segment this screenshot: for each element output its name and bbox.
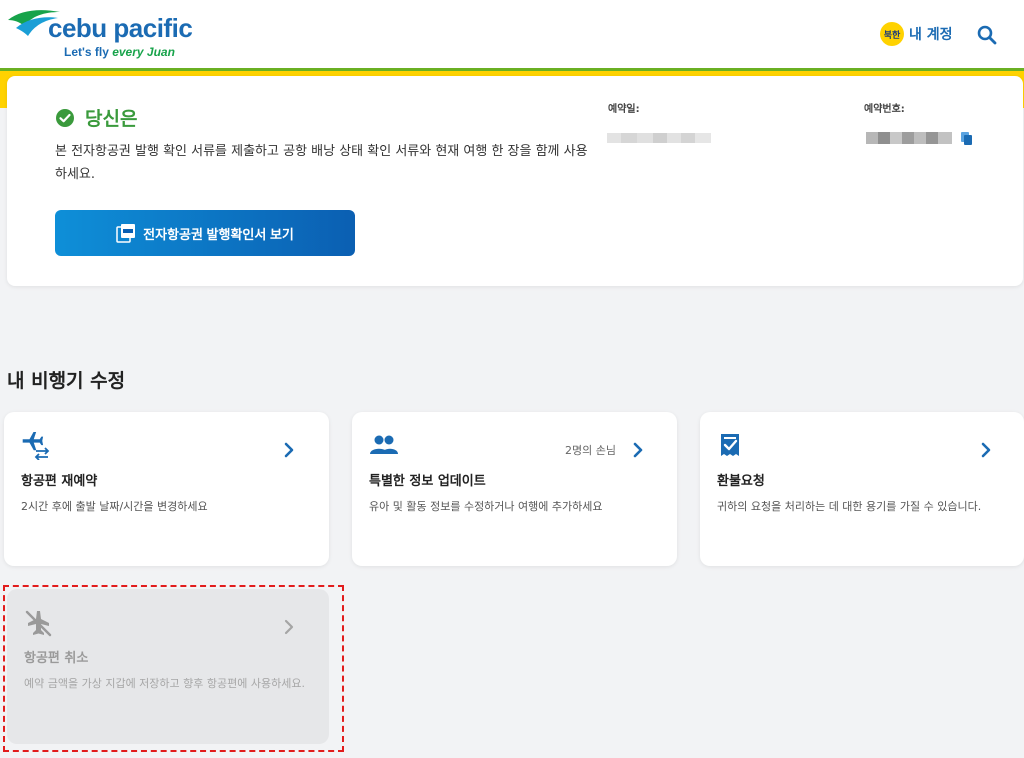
cancel-title: 항공편 취소	[24, 651, 89, 666]
chevron-right-icon	[284, 442, 294, 458]
special-info-title: 특별한 정보 업데이트	[369, 474, 486, 489]
rebook-subtitle: 2시간 후에 출발 날짜/시간을 변경하세요	[21, 500, 208, 513]
chevron-right-icon	[284, 619, 294, 635]
cebu-pacific-logo[interactable]: cebu pacific Let's fly every Juan	[6, 6, 196, 62]
brand-name: cebu pacific	[48, 13, 193, 43]
pdf-icon	[116, 224, 136, 243]
cancel-subtitle: 예약 금액을 가상 지갑에 저장하고 향후 항공편에 사용하세요.	[24, 677, 305, 690]
booking-description: 본 전자항공권 발행 확인 서류를 제출하고 공항 배낭 상태 확인 서류와 현…	[55, 144, 588, 182]
special-info-subtitle: 유아 및 활동 정보를 수정하거나 여행에 추가하세요	[369, 500, 603, 513]
account-badge: 북한	[880, 22, 904, 46]
booking-status: 당신은	[55, 104, 137, 131]
check-circle-icon	[56, 108, 74, 127]
booking-confirmation-card: 당신은 본 전자항공권 발행 확인 서류를 제출하고 공항 배낭 상태 확인 서…	[7, 76, 1023, 286]
booking-ref-value-redacted	[866, 132, 952, 144]
plane-change-icon	[22, 432, 50, 460]
chevron-right-icon	[981, 442, 991, 458]
status-title: 당신은	[85, 108, 138, 130]
guests-icon	[370, 435, 398, 454]
booking-date-label: 예약일:	[608, 104, 640, 115]
rebook-title: 항공편 재예약	[21, 474, 98, 489]
search-icon[interactable]	[976, 24, 998, 46]
tagline-emphasis: every Juan	[112, 45, 175, 59]
booking-date-value-redacted	[607, 133, 711, 143]
rebook-flight-card[interactable]: 항공편 재예약 2시간 후에 출발 날짜/시간을 변경하세요	[4, 412, 329, 566]
refund-subtitle: 귀하의 요청을 처리하는 데 대한 용기를 가질 수 있습니다.	[717, 500, 982, 513]
update-special-info-card[interactable]: 2명의 손님 특별한 정보 업데이트 유아 및 활동 정보를 수정하거나 여행에…	[352, 412, 677, 566]
view-eticket-button[interactable]: 전자항공권 발행확인서 보기	[55, 210, 355, 256]
view-eticket-label: 전자항공권 발행확인서 보기	[143, 226, 294, 242]
booking-ref-label: 예약번호:	[864, 104, 905, 115]
manage-section-title: 내 비행기 수정	[7, 370, 126, 392]
refund-request-card[interactable]: 환불요청 귀하의 요청을 처리하는 데 대한 용기를 가질 수 있습니다.	[700, 412, 1024, 566]
copy-icon[interactable]	[961, 132, 973, 146]
chevron-right-icon	[633, 442, 643, 458]
guest-count: 2명의 손님	[565, 444, 616, 457]
refund-document-icon	[721, 434, 739, 456]
tagline-prefix: Let's fly	[64, 45, 113, 59]
account-menu[interactable]: 북한 내 계정	[880, 22, 953, 46]
top-header: cebu pacific Let's fly every Juan 북한 내 계…	[0, 0, 1024, 68]
cancel-flight-card[interactable]: 항공편 취소 예약 금액을 가상 지갑에 저장하고 향후 항공편에 사용하세요.	[7, 589, 329, 744]
refund-title: 환불요청	[717, 474, 765, 489]
plane-off-icon	[25, 610, 52, 637]
tagline: Let's fly every Juan	[64, 45, 175, 59]
account-label: 내 계정	[909, 27, 953, 43]
